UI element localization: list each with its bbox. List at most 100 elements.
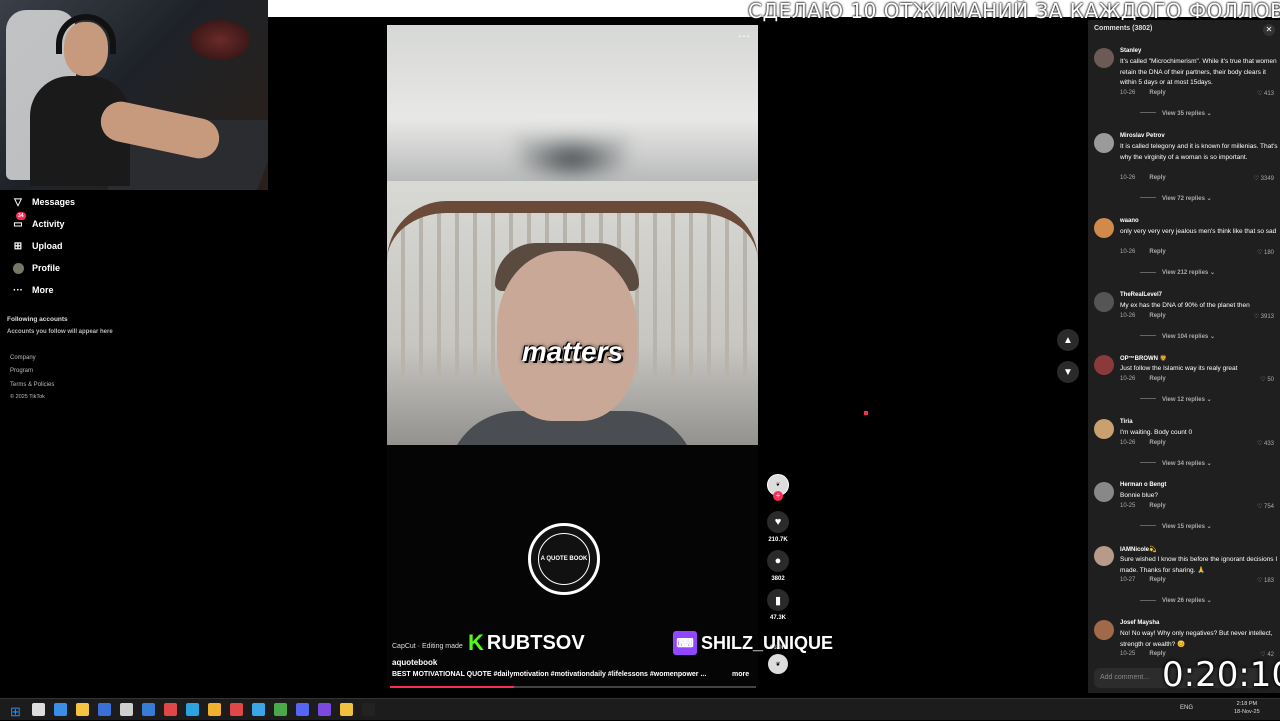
comment-like-button[interactable]: ♡ 3349: [1254, 175, 1274, 182]
commenter-avatar[interactable]: [1094, 218, 1114, 238]
app-icon[interactable]: [252, 703, 265, 716]
nav-more[interactable]: ··· More: [12, 280, 54, 300]
nvidia-icon[interactable]: [296, 703, 309, 716]
video-author[interactable]: aquotebook: [392, 658, 437, 667]
commenter-name[interactable]: Josef Maysha: [1120, 620, 1159, 626]
tiktok-icon[interactable]: [362, 703, 375, 716]
chevron-down-icon: ⌄: [1209, 270, 1215, 276]
heart-outline-icon: ♡: [1253, 175, 1261, 182]
reply-button[interactable]: Reply: [1149, 313, 1165, 319]
commenter-name[interactable]: TheRealLevel7: [1120, 292, 1162, 298]
reply-button[interactable]: Reply: [1149, 249, 1165, 255]
app-icon[interactable]: [120, 703, 133, 716]
view-replies-button[interactable]: View 72 replies ⌄: [1140, 195, 1212, 202]
previous-video-button[interactable]: ▲: [1057, 329, 1079, 351]
creator-avatar[interactable]: ❦ +: [766, 474, 790, 501]
follow-plus-icon[interactable]: +: [773, 491, 783, 501]
twitch-overlay: ⌨ SHILZ_UNIQUE: [673, 631, 833, 655]
nav-activity[interactable]: ▭ 34 Activity: [12, 212, 65, 234]
commenter-name[interactable]: waano: [1120, 218, 1139, 224]
view-replies-button[interactable]: View 12 replies ⌄: [1140, 396, 1212, 403]
comment-like-button[interactable]: ♡ 183: [1257, 577, 1274, 584]
comment-date: 10-26: [1120, 249, 1136, 255]
more-link[interactable]: more: [732, 671, 749, 678]
nav-upload[interactable]: ⊞ Upload: [12, 236, 63, 256]
more-options-icon[interactable]: ⋯: [738, 29, 750, 43]
comment-meta: 10-26 Reply: [1120, 90, 1166, 96]
chrome-canary-icon[interactable]: [208, 703, 221, 716]
comment-like-button[interactable]: ♡ 50: [1260, 376, 1274, 383]
comment-like-button[interactable]: ♡ 3913: [1254, 313, 1274, 320]
comment-text: Bonnie blue?: [1120, 492, 1158, 499]
comment-like-button[interactable]: ♡ 754: [1257, 503, 1274, 510]
reply-button[interactable]: Reply: [1149, 440, 1165, 446]
view-replies-button[interactable]: View 35 replies ⌄: [1140, 110, 1212, 117]
comment-button[interactable]: ● 3802: [766, 550, 790, 582]
footer-link-terms[interactable]: Terms & Policies: [10, 382, 54, 388]
footer-link-company[interactable]: Company: [10, 355, 36, 361]
steam-icon[interactable]: [54, 703, 67, 716]
nav-messages[interactable]: ▽ Messages: [12, 192, 75, 212]
visual-studio-icon[interactable]: [340, 703, 353, 716]
view-replies-button[interactable]: View 26 replies ⌄: [1140, 597, 1212, 604]
system-clock[interactable]: 2:18 PM 18-Nov-25: [1234, 700, 1260, 716]
comment-like-count: 183: [1263, 578, 1274, 584]
reply-button[interactable]: Reply: [1149, 90, 1165, 96]
comment-text: No! No way! Why only negatives? But neve…: [1120, 630, 1273, 648]
commenter-avatar[interactable]: [1094, 482, 1114, 502]
reply-button[interactable]: Reply: [1149, 376, 1165, 382]
windows-start-icon[interactable]: ⊞: [10, 703, 23, 718]
map-icon[interactable]: [274, 703, 287, 716]
reply-button[interactable]: Reply: [1149, 503, 1165, 509]
browser-icon[interactable]: [164, 703, 177, 716]
chrome-icon[interactable]: [32, 703, 45, 716]
view-replies-button[interactable]: View 15 replies ⌄: [1140, 523, 1212, 530]
music-disc-icon[interactable]: ❦: [768, 654, 788, 674]
comment-like-count: 413: [1263, 90, 1274, 97]
comment-like-button[interactable]: ♡ 180: [1257, 249, 1274, 256]
discord-icon[interactable]: [318, 703, 331, 716]
visual-studio-icon[interactable]: [142, 703, 155, 716]
view-replies-label: View 104 replies: [1162, 333, 1209, 340]
avatar-icon: [12, 262, 24, 274]
comment-text: Sure wished I know this before the ignor…: [1120, 556, 1278, 574]
comment-text: Just follow the Islamic way its realy gr…: [1120, 365, 1238, 372]
reply-button[interactable]: Reply: [1149, 175, 1165, 181]
commenter-name[interactable]: IAMNicole💫: [1120, 546, 1156, 553]
close-icon[interactable]: ✕: [1263, 24, 1275, 36]
notes-icon[interactable]: [98, 703, 111, 716]
commenter-avatar[interactable]: [1094, 546, 1114, 566]
comment-like-button[interactable]: ♡ 413: [1257, 90, 1274, 97]
heart-outline-icon: ♡: [1256, 578, 1264, 584]
view-replies-button[interactable]: View 34 replies ⌄: [1140, 460, 1212, 467]
commenter-avatar[interactable]: [1094, 48, 1114, 68]
commenter-name[interactable]: Tiria: [1120, 419, 1133, 425]
video-progress[interactable]: [390, 686, 756, 688]
view-replies-button[interactable]: View 104 replies ⌄: [1140, 333, 1215, 340]
commenter-name[interactable]: OP™BROWN 🦁: [1120, 355, 1167, 362]
telegram-icon[interactable]: [186, 703, 199, 716]
footer-link-program[interactable]: Program: [10, 368, 33, 374]
commenter-avatar[interactable]: [1094, 620, 1114, 640]
commenter-avatar[interactable]: [1094, 292, 1114, 312]
commenter-name[interactable]: Herman o Bengt: [1120, 482, 1166, 488]
capcut-tag[interactable]: CapCut · Editing made: [392, 643, 463, 650]
like-button[interactable]: ♥ 210.7K: [766, 511, 790, 543]
language-indicator[interactable]: ENG: [1180, 705, 1193, 711]
chevron-down-icon: ⌄: [1206, 523, 1212, 530]
commenter-name[interactable]: Stanley: [1120, 48, 1141, 54]
nav-label: Activity: [32, 219, 65, 229]
commenter-avatar[interactable]: [1094, 419, 1114, 439]
comment-like-button[interactable]: ♡ 433: [1257, 440, 1274, 447]
commenter-name[interactable]: Miroslav Petrov: [1120, 133, 1165, 139]
commenter-avatar[interactable]: [1094, 355, 1114, 375]
nav-profile[interactable]: Profile: [12, 258, 60, 278]
comment-like-count: 3913: [1260, 313, 1274, 320]
save-button[interactable]: ▮ 47.3K: [766, 589, 790, 621]
file-explorer-icon[interactable]: [76, 703, 89, 716]
commenter-avatar[interactable]: [1094, 133, 1114, 153]
shield-icon[interactable]: [230, 703, 243, 716]
view-replies-button[interactable]: View 212 replies ⌄: [1140, 269, 1215, 276]
next-video-button[interactable]: ▼: [1057, 361, 1079, 383]
reply-button[interactable]: Reply: [1149, 577, 1165, 583]
